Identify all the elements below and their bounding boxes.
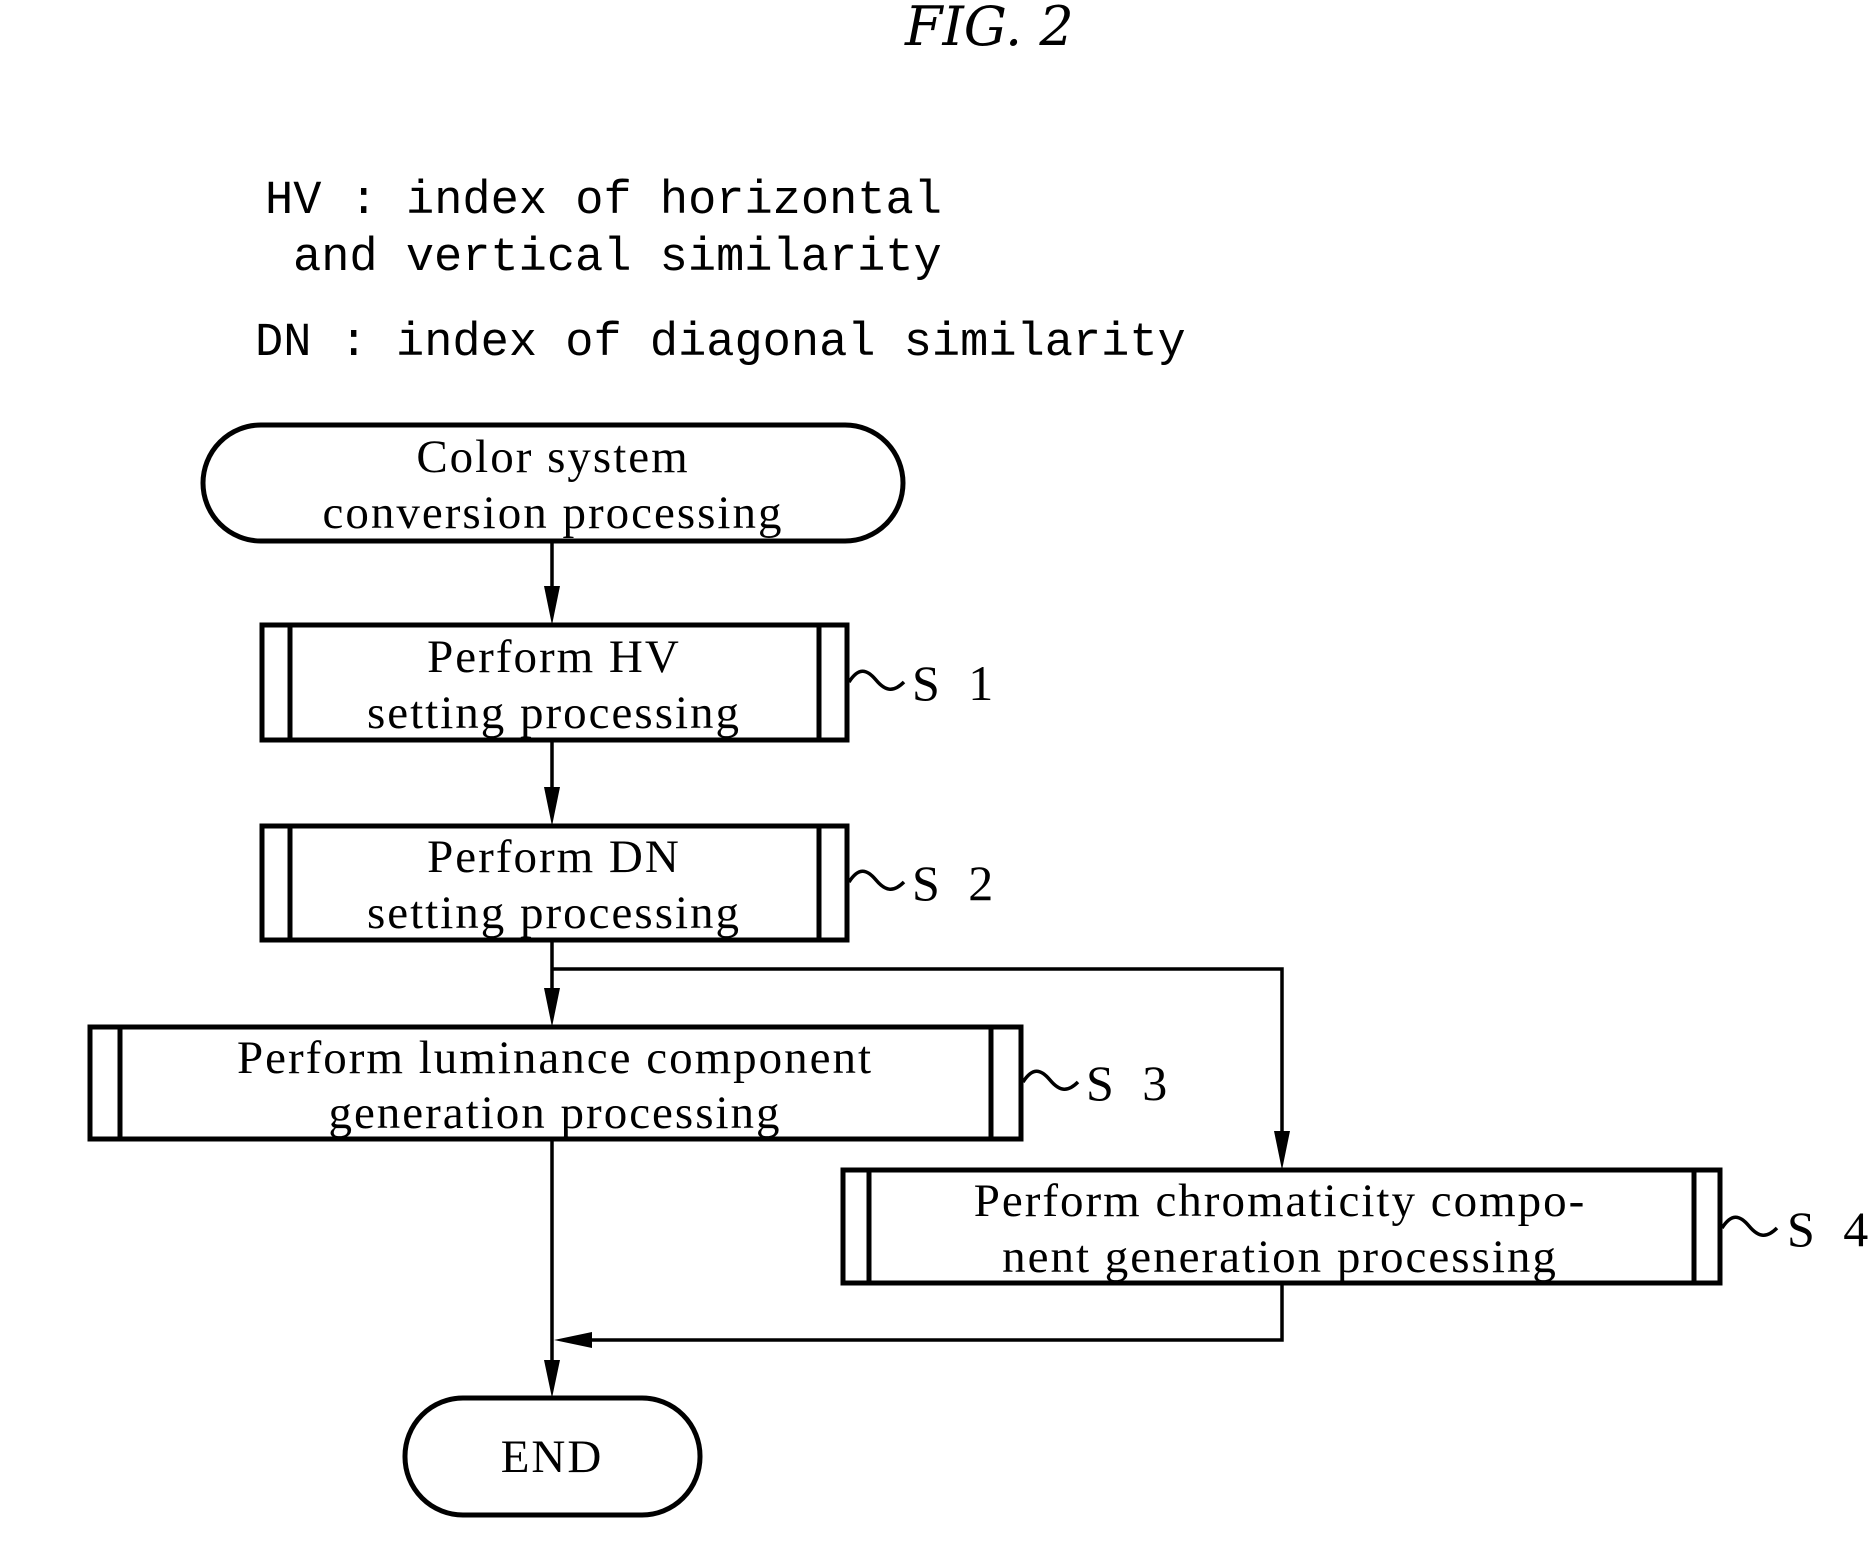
arrowhead-icon — [1274, 1131, 1290, 1170]
step-s4-line1: Perform chromaticity compo- — [974, 1175, 1587, 1227]
legend-hv-line2: and vertical similarity — [293, 232, 942, 285]
step-s3-line2: generation processing — [328, 1087, 781, 1139]
step-s3-label: S 3 — [1086, 1055, 1175, 1111]
step-s4-line2: nent generation processing — [1002, 1231, 1558, 1283]
legend-hv-line1: HV : index of horizontal — [265, 175, 942, 228]
start-terminal-line2: conversion processing — [323, 487, 784, 539]
step-s2-box: Perform DN setting processing — [259, 823, 850, 943]
step-s2-tilde-icon — [847, 869, 906, 891]
legend-dn-line1: DN : index of diagonal similarity — [255, 317, 1186, 370]
step-s3-line1: Perform luminance component — [237, 1032, 873, 1084]
step-s2-label: S 2 — [912, 855, 1001, 911]
flowchart-canvas: FIG. 2 HV : index of horizontal and vert… — [87, 0, 1876, 1518]
step-s1-line2: setting processing — [367, 687, 741, 739]
step-s4-box: Perform chromaticity compo- nent generat… — [840, 1167, 1723, 1286]
step-s4-label: S 4 — [1787, 1201, 1876, 1257]
step-s1-line1: Perform HV — [427, 631, 681, 683]
edge-s4-to-end — [580, 1283, 1284, 1342]
end-terminal-label: END — [501, 1431, 604, 1483]
arrowhead-icon — [544, 787, 560, 826]
arrowhead-icon — [544, 988, 560, 1027]
start-terminal: Color system conversion processing — [200, 422, 906, 544]
figure-title: FIG. 2 — [904, 0, 1074, 58]
step-s3-box: Perform luminance component generation p… — [87, 1024, 1024, 1142]
step-s3-tilde-icon — [1021, 1069, 1080, 1091]
step-s1-box: Perform HV setting processing — [259, 622, 850, 743]
step-s2-line2: setting processing — [367, 887, 741, 939]
arrowhead-icon — [544, 586, 560, 625]
step-s1-tilde-icon — [847, 669, 906, 691]
step-s1-label: S 1 — [912, 655, 1001, 711]
arrowhead-icon — [554, 1332, 592, 1348]
end-terminal: END — [402, 1395, 703, 1518]
arrowhead-icon — [544, 1360, 560, 1398]
start-terminal-line1: Color system — [416, 431, 689, 483]
step-s2-line1: Perform DN — [427, 831, 681, 883]
step-s4-tilde-icon — [1720, 1215, 1779, 1237]
